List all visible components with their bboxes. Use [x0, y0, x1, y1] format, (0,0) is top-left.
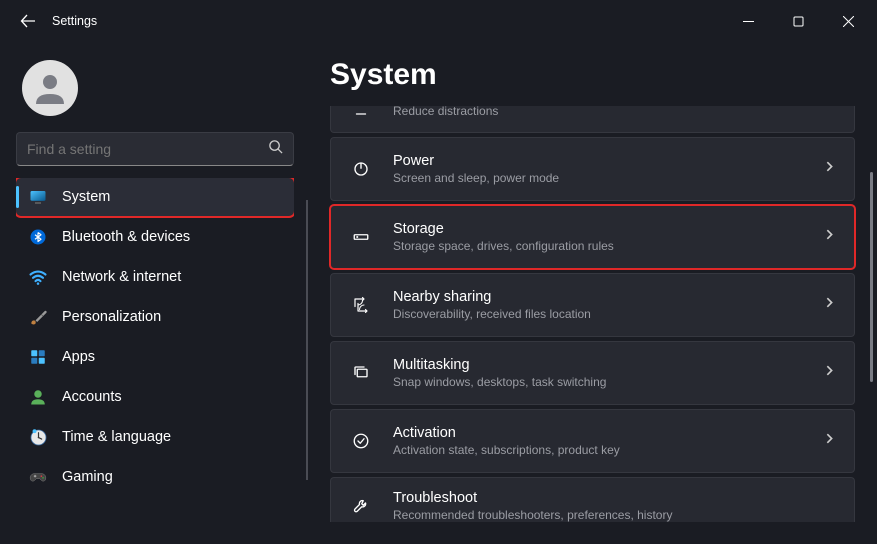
account-row[interactable]	[16, 52, 294, 132]
setting-desc: Discoverability, received files location	[393, 307, 803, 321]
content: System Reduce distractions Power Screen an…	[308, 42, 877, 544]
setting-item-activation[interactable]: Activation Activation state, subscription…	[330, 409, 855, 473]
sidebar-item-personalization[interactable]: Personalization	[16, 298, 294, 336]
maximize-button[interactable]	[777, 7, 819, 35]
multitask-icon	[349, 361, 373, 385]
apps-icon	[28, 347, 48, 367]
sidebar-item-system[interactable]: System	[16, 178, 294, 216]
window-title: Settings	[52, 14, 97, 28]
setting-title: Nearby sharing	[393, 289, 803, 305]
sidebar-item-label: Apps	[62, 349, 95, 365]
sidebar-item-label: Gaming	[62, 469, 113, 485]
search-input[interactable]	[27, 141, 268, 157]
back-button[interactable]	[18, 11, 38, 31]
setting-text: Reduce distractions	[393, 106, 836, 118]
gamepad-icon	[28, 467, 48, 487]
setting-item-multitasking[interactable]: Multitasking Snap windows, desktops, task…	[330, 341, 855, 405]
scrollbar-thumb[interactable]	[870, 172, 873, 382]
drive-icon	[349, 225, 373, 249]
setting-item-troubleshoot[interactable]: Troubleshoot Recommended troubleshooters,…	[330, 477, 855, 522]
sidebar-scroll-indicator	[306, 200, 308, 480]
chevron-right-icon	[823, 160, 836, 178]
share-icon	[349, 293, 373, 317]
chevron-right-icon	[823, 228, 836, 246]
titlebar: Settings	[0, 0, 877, 42]
nav-list: System Bluetooth & devices Network & inter…	[16, 178, 294, 496]
check-icon	[349, 429, 373, 453]
clock-icon	[28, 427, 48, 447]
monitor-icon	[28, 187, 48, 207]
sidebar-item-bluetooth-devices[interactable]: Bluetooth & devices	[16, 218, 294, 256]
bluetooth-icon	[28, 227, 48, 247]
setting-title: Activation	[393, 425, 803, 441]
setting-desc: Storage space, drives, configuration rul…	[393, 239, 803, 253]
setting-desc: Screen and sleep, power mode	[393, 171, 803, 185]
setting-text: Nearby sharing Discoverability, received …	[393, 289, 803, 321]
brush-icon	[28, 307, 48, 327]
setting-title: Multitasking	[393, 357, 803, 373]
sidebar-item-label: Time & language	[62, 429, 171, 445]
minimize-button[interactable]	[727, 7, 769, 35]
sidebar-item-network-internet[interactable]: Network & internet	[16, 258, 294, 296]
chevron-right-icon	[823, 364, 836, 382]
setting-desc: Activation state, subscriptions, product…	[393, 443, 803, 457]
page-title: System	[330, 58, 855, 92]
setting-text: Activation Activation state, subscription…	[393, 425, 803, 457]
chevron-right-icon	[823, 432, 836, 450]
setting-item-storage[interactable]: Storage Storage space, drives, configurat…	[330, 205, 855, 269]
sidebar-item-label: Network & internet	[62, 269, 181, 285]
setting-text: Storage Storage space, drives, configurat…	[393, 221, 803, 253]
titlebar-left: Settings	[18, 11, 97, 31]
sidebar-item-accounts[interactable]: Accounts	[16, 378, 294, 416]
avatar	[22, 60, 78, 116]
sidebar-item-apps[interactable]: Apps	[16, 338, 294, 376]
setting-title: Power	[393, 153, 803, 169]
sidebar-item-label: Personalization	[62, 309, 161, 325]
sidebar: System Bluetooth & devices Network & inter…	[0, 42, 308, 544]
setting-desc: Reduce distractions	[393, 104, 836, 118]
setting-text: Multitasking Snap windows, desktops, task…	[393, 357, 803, 389]
setting-item-power[interactable]: Power Screen and sleep, power mode	[330, 137, 855, 201]
wrench-icon	[349, 494, 373, 518]
setting-text: Power Screen and sleep, power mode	[393, 153, 803, 185]
sidebar-item-label: System	[62, 189, 110, 205]
setting-item-reduce-distractions[interactable]: Reduce distractions	[330, 106, 855, 133]
setting-title: Storage	[393, 221, 803, 237]
setting-list: Reduce distractions Power Screen and sleep…	[330, 106, 855, 522]
sidebar-item-label: Accounts	[62, 389, 122, 405]
setting-item-nearby-sharing[interactable]: Nearby sharing Discoverability, received …	[330, 273, 855, 337]
body: System Bluetooth & devices Network & inter…	[0, 42, 877, 544]
person-icon	[28, 387, 48, 407]
setting-text: Troubleshoot Recommended troubleshooters,…	[393, 490, 803, 522]
close-button[interactable]	[827, 7, 869, 35]
power-icon	[349, 157, 373, 181]
setting-title: Troubleshoot	[393, 490, 803, 506]
sidebar-item-label: Bluetooth & devices	[62, 229, 190, 245]
chevron-right-icon	[823, 296, 836, 314]
setting-desc: Snap windows, desktops, task switching	[393, 375, 803, 389]
sidebar-item-gaming[interactable]: Gaming	[16, 458, 294, 496]
minus-icon	[349, 102, 373, 126]
window-controls	[727, 7, 869, 35]
wifi-icon	[28, 267, 48, 287]
sidebar-item-time-language[interactable]: Time & language	[16, 418, 294, 456]
setting-desc: Recommended troubleshooters, preferences…	[393, 508, 803, 522]
search-icon	[268, 139, 283, 159]
search-box[interactable]	[16, 132, 294, 166]
